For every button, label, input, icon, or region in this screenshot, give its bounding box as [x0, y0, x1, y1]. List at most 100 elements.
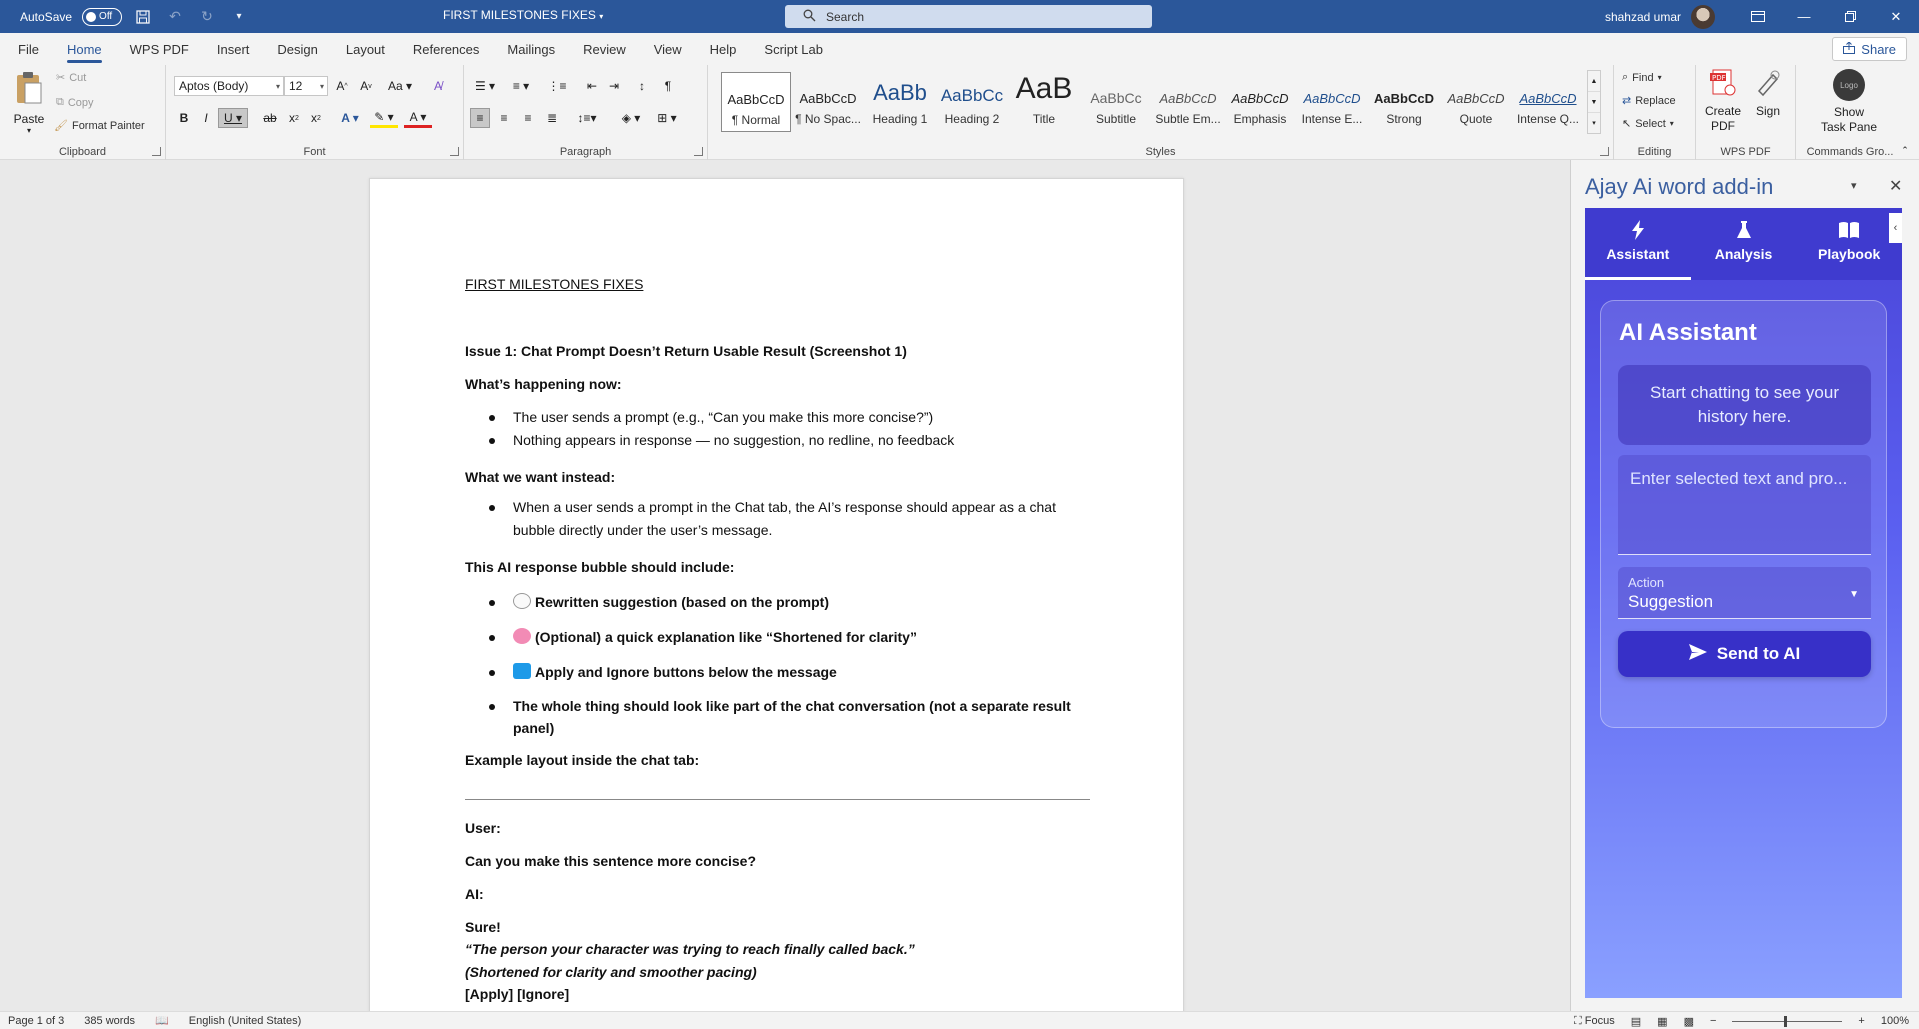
bold-icon[interactable]: B: [174, 108, 194, 128]
increase-indent-icon[interactable]: ⇥: [604, 76, 624, 96]
style-tile[interactable]: AaB Title: [1009, 72, 1079, 132]
style-tile[interactable]: AaBbCcD Subtle Em...: [1153, 72, 1223, 132]
replace-button[interactable]: ⇄ Replace: [1622, 94, 1676, 108]
font-color-icon[interactable]: A ▾: [404, 108, 432, 128]
tab-analysis[interactable]: Analysis: [1691, 208, 1797, 280]
tab-layout[interactable]: Layout: [332, 33, 399, 65]
tab-home[interactable]: Home: [53, 33, 116, 65]
select-button[interactable]: ↖ Select ▾: [1622, 117, 1674, 131]
ribbon-display-icon[interactable]: [1735, 0, 1781, 33]
tab-design[interactable]: Design: [263, 33, 331, 65]
web-layout-icon[interactable]: ▩: [1684, 1015, 1694, 1028]
align-left-icon[interactable]: ≡: [470, 108, 490, 128]
grow-font-icon[interactable]: A ^: [332, 76, 352, 96]
tab-playbook[interactable]: Playbook: [1796, 208, 1902, 280]
tab-assistant[interactable]: Assistant: [1585, 208, 1691, 280]
send-to-ai-button[interactable]: Send to AI: [1618, 631, 1871, 677]
bullets-icon[interactable]: ☰ ▾: [470, 76, 500, 96]
document-title[interactable]: FIRST MILESTONES FIXES ▾: [443, 8, 603, 22]
style-tile[interactable]: AaBbCcD Quote: [1441, 72, 1511, 132]
share-button[interactable]: Share: [1832, 37, 1907, 61]
print-layout-icon[interactable]: ▦: [1657, 1015, 1667, 1028]
style-tile[interactable]: AaBbCcD Intense Q...: [1513, 72, 1583, 132]
prompt-input[interactable]: Enter selected text and pro...: [1618, 455, 1871, 555]
style-tile[interactable]: AaBb Heading 1: [865, 72, 935, 132]
styles-gallery-scroll[interactable]: ▲ ▼ ▾: [1587, 70, 1601, 134]
shrink-font-icon[interactable]: Av: [356, 76, 376, 96]
styles-launcher-icon[interactable]: [1600, 147, 1609, 156]
zoom-slider-thumb[interactable]: [1784, 1015, 1788, 1027]
tab-view[interactable]: View: [640, 33, 696, 65]
tab-insert[interactable]: Insert: [203, 33, 264, 65]
document-area[interactable]: FIRST MILESTONES FIXES Issue 1: Chat Pro…: [0, 160, 1570, 1011]
decrease-indent-icon[interactable]: ⇤: [582, 76, 602, 96]
sign-button[interactable]: Sign: [1748, 69, 1788, 119]
style-tile[interactable]: AaBbCcD Strong: [1369, 72, 1439, 132]
collapse-handle-icon[interactable]: ‹: [1889, 213, 1902, 243]
undo-icon[interactable]: ↶: [164, 6, 186, 28]
paste-button[interactable]: Paste ▾: [8, 71, 50, 135]
redo-icon[interactable]: ↻: [196, 6, 218, 28]
borders-icon[interactable]: ⊞ ▾: [652, 108, 682, 128]
avatar[interactable]: [1691, 4, 1715, 29]
tab-mailings[interactable]: Mailings: [493, 33, 569, 65]
proofing-icon[interactable]: 📖: [155, 1014, 169, 1027]
style-tile[interactable]: AaBbCcD Intense E...: [1297, 72, 1367, 132]
pane-options-icon[interactable]: ▾: [1851, 179, 1857, 192]
shading-icon[interactable]: ◈ ▾: [616, 108, 646, 128]
highlight-icon[interactable]: ✎ ▾: [370, 108, 398, 128]
pane-close-icon[interactable]: ✕: [1889, 176, 1902, 196]
tab-file[interactable]: File: [0, 33, 53, 65]
page-count[interactable]: Page 1 of 3: [8, 1015, 64, 1027]
gallery-up-icon[interactable]: ▲: [1588, 71, 1600, 92]
change-case-icon[interactable]: Aa ▾: [386, 76, 414, 96]
find-button[interactable]: ⌕ Find ▾: [1622, 71, 1662, 84]
style-tile[interactable]: AaBbCc Heading 2: [937, 72, 1007, 132]
focus-button[interactable]: ⛶ Focus: [1574, 1015, 1615, 1028]
collapse-ribbon-icon[interactable]: ⌃: [1898, 143, 1912, 157]
document-page[interactable]: FIRST MILESTONES FIXES Issue 1: Chat Pro…: [369, 178, 1184, 1011]
copy-button[interactable]: ⧉ Copy: [56, 96, 94, 109]
multilevel-list-icon[interactable]: ⋮≡: [542, 76, 572, 96]
clipboard-launcher-icon[interactable]: [152, 147, 161, 156]
cut-button[interactable]: ✂ Cut: [56, 71, 86, 85]
tab-help[interactable]: Help: [696, 33, 751, 65]
numbering-icon[interactable]: ≡ ▾: [506, 76, 536, 96]
autosave-toggle[interactable]: Off: [82, 7, 123, 26]
strikethrough-icon[interactable]: ab: [260, 108, 280, 128]
style-tile[interactable]: AaBbCcD Emphasis: [1225, 72, 1295, 132]
tab-script-lab[interactable]: Script Lab: [750, 33, 837, 65]
line-spacing-icon[interactable]: ↕≡▾: [572, 108, 602, 128]
sort-icon[interactable]: ↕: [632, 76, 652, 96]
create-pdf-button[interactable]: PDF Create PDF: [1700, 69, 1746, 134]
word-count[interactable]: 385 words: [84, 1015, 135, 1027]
show-marks-icon[interactable]: ¶: [658, 76, 678, 96]
style-tile[interactable]: AaBbCcD ¶ No Spac...: [793, 72, 863, 132]
font-launcher-icon[interactable]: [450, 147, 459, 156]
tab-wps-pdf[interactable]: WPS PDF: [116, 33, 203, 65]
action-select[interactable]: Action Suggestion ▼: [1618, 567, 1871, 619]
clear-formatting-icon[interactable]: A̸: [428, 76, 448, 96]
language[interactable]: English (United States): [189, 1015, 302, 1027]
style-tile[interactable]: AaBbCcD ¶ Normal: [721, 72, 791, 132]
style-tile[interactable]: AaBbCc Subtitle: [1081, 72, 1151, 132]
align-right-icon[interactable]: ≡: [518, 108, 538, 128]
format-painter-button[interactable]: 🖌 Format Painter: [54, 119, 145, 133]
minimize-icon[interactable]: —: [1781, 0, 1827, 33]
superscript-icon[interactable]: x2: [306, 108, 326, 128]
customize-toolbar-icon[interactable]: ▾: [228, 6, 250, 28]
underline-icon[interactable]: U ▾: [218, 108, 248, 128]
justify-icon[interactable]: ≣: [542, 108, 562, 128]
zoom-out-icon[interactable]: −: [1710, 1015, 1716, 1027]
font-size-select[interactable]: 12 ▾: [284, 76, 328, 96]
align-center-icon[interactable]: ≡: [494, 108, 514, 128]
paragraph-launcher-icon[interactable]: [694, 147, 703, 156]
italic-icon[interactable]: I: [196, 108, 216, 128]
save-icon[interactable]: [132, 6, 154, 28]
zoom-in-icon[interactable]: +: [1858, 1015, 1864, 1027]
zoom-slider[interactable]: [1732, 1015, 1843, 1027]
text-effects-icon[interactable]: A ▾: [336, 108, 364, 128]
font-name-select[interactable]: Aptos (Body) ▾: [174, 76, 284, 96]
tab-review[interactable]: Review: [569, 33, 640, 65]
read-mode-icon[interactable]: ▤: [1631, 1015, 1641, 1028]
